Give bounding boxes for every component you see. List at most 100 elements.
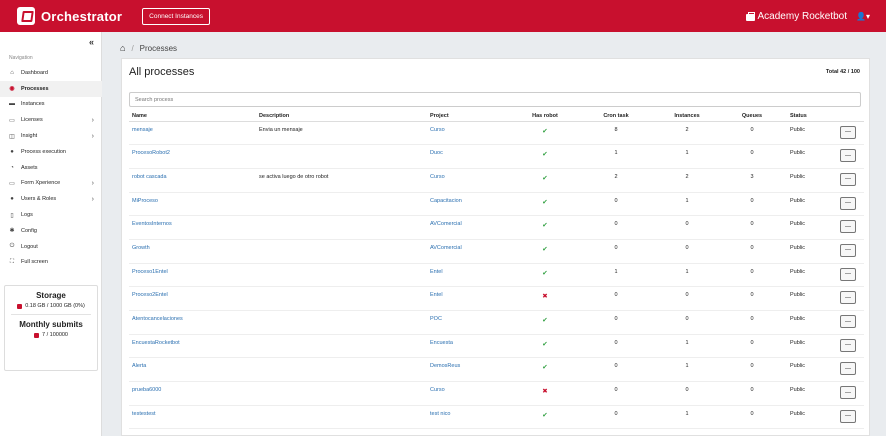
row-menu-button[interactable]: —	[840, 172, 856, 186]
process-name-link[interactable]: MiProceso	[132, 198, 158, 204]
row-menu-button[interactable]: —	[840, 315, 856, 328]
sidebar-item-config[interactable]: ✱ Config	[0, 223, 102, 239]
table-row[interactable]: robot cascada se activa luego de otro rob…	[129, 168, 864, 193]
table-row[interactable]: Proceso1Entel Entel ✔ 1 1 0 Public —	[129, 263, 864, 288]
process-name-link[interactable]: EventosInternos	[132, 221, 172, 227]
home-icon[interactable]: ⌂	[120, 43, 125, 53]
sidebar-item-logs[interactable]: ▯ Logs	[0, 207, 102, 223]
process-name-link[interactable]: robot cascada	[132, 174, 167, 180]
project-link[interactable]: Entel	[430, 269, 443, 275]
project-link[interactable]: Curso	[430, 127, 445, 133]
queues-count: 3	[717, 168, 787, 193]
process-name-link[interactable]: Proceso1Entel	[132, 269, 168, 275]
project-link[interactable]: AVComercial	[430, 245, 462, 251]
account-name[interactable]: Academy Rocketbot	[758, 11, 848, 22]
status-value: Public	[787, 405, 837, 430]
column-header-description[interactable]: Description	[256, 111, 427, 122]
chevron-right-icon[interactable]: ›	[92, 180, 94, 187]
process-name-link[interactable]: Alerta	[132, 363, 146, 369]
collapse-sidebar-icon[interactable]: «	[89, 37, 94, 47]
project-link[interactable]: Entel	[430, 292, 443, 298]
logo[interactable]: Orchestrator	[17, 7, 122, 25]
column-header-queues[interactable]: Queues	[717, 111, 787, 122]
nav-list: ⌂ Dashboard ◉ Processes ▬ Instances ▭ Licenses ›…	[0, 65, 102, 270]
project-cell: Entel	[427, 263, 515, 288]
column-header-cron-task[interactable]: Cron task	[575, 111, 657, 122]
sidebar-item-full-screen[interactable]: ⛶ Full screen	[0, 255, 102, 271]
process-name-link[interactable]: Proceso2Entel	[132, 292, 168, 298]
process-name-link[interactable]: ProcesoRobot2	[132, 150, 170, 156]
process-name-link[interactable]: EncuestaRocketbot	[132, 340, 180, 346]
process-name-link[interactable]: Growth	[132, 245, 150, 251]
row-menu-button[interactable]: —	[840, 362, 856, 376]
project-link[interactable]: Capacitacion	[430, 198, 462, 204]
table-row[interactable]: EncuestaRocketbot Encuesta ✔ 0 1 0 Public —	[129, 334, 864, 359]
account-menu[interactable]: Academy Rocketbot 👤▾	[745, 0, 870, 32]
column-header-has-robot[interactable]: Has robot	[515, 111, 575, 122]
column-header-name[interactable]: Name	[129, 111, 256, 122]
sidebar-item-users-roles[interactable]: ● Users & Roles ›	[0, 191, 102, 207]
row-menu-button[interactable]: —	[840, 291, 856, 305]
column-header-instances[interactable]: Instances	[657, 111, 717, 122]
sidebar-item-process-execution[interactable]: ● Process execution	[0, 144, 102, 160]
sidebar-item-logout[interactable]: ⏻ Logout	[0, 239, 102, 255]
cross-icon: ✖	[542, 293, 548, 301]
table-row[interactable]: Alerta DemosReus ✔ 0 1 0 Public —	[129, 357, 864, 383]
sidebar-item-processes[interactable]: ◉ Processes	[0, 80, 102, 97]
process-name-link[interactable]: mensaje	[132, 127, 153, 133]
process-name-cell: robot cascada	[129, 168, 256, 193]
row-menu-button[interactable]: —	[840, 267, 856, 281]
table-row[interactable]: Proceso2Entel Entel ✖ 0 0 0 Public —	[129, 286, 864, 311]
instances-count: 2	[657, 168, 717, 193]
chevron-right-icon[interactable]: ›	[92, 196, 94, 203]
project-link[interactable]: Curso	[430, 387, 445, 393]
row-menu-button[interactable]: —	[840, 243, 856, 257]
column-header-project[interactable]: Project	[427, 111, 515, 122]
sidebar-item-form-xperience[interactable]: ▭ Form Xperience ›	[0, 176, 102, 192]
row-menu-button[interactable]: —	[840, 220, 856, 234]
sidebar-item-dashboard[interactable]: ⌂ Dashboard	[0, 65, 102, 81]
license-icon: ▭	[9, 117, 15, 124]
row-menu-button[interactable]: —	[840, 409, 856, 423]
search-input[interactable]	[129, 92, 861, 107]
project-link[interactable]: Curso	[430, 174, 445, 180]
table-row[interactable]: Atentocancelaciones POC ✔ 0 0 0 Public —	[129, 310, 864, 335]
sidebar-item-assets[interactable]: ◔ Assets	[0, 160, 102, 176]
project-link[interactable]: Duoc	[430, 150, 443, 156]
sidebar-item-insight[interactable]: ◫ Insight ›	[0, 128, 102, 144]
table-row[interactable]: MiProceso Capacitacion ✔ 0 1 0 Public —	[129, 192, 864, 217]
connect-instances-button[interactable]: Connect Instances	[142, 7, 210, 25]
instances-count: 0	[657, 215, 717, 240]
has-robot-cell: ✔	[515, 168, 575, 193]
project-cell: Curso	[427, 168, 515, 193]
chevron-right-icon[interactable]: ›	[92, 117, 94, 124]
column-header-status[interactable]: Status	[787, 111, 837, 122]
row-menu-button[interactable]: —	[840, 338, 856, 352]
project-link[interactable]: AVComercial	[430, 221, 462, 227]
table-row[interactable]: prueba6000 Curso ✖ 0 0 0 Public —	[129, 381, 864, 406]
process-name-link[interactable]: Atentocancelaciones	[132, 316, 183, 322]
table-row[interactable]: EventosInternos AVComercial ✔ 0 0 0 Public —	[129, 215, 864, 240]
queues-count: 0	[717, 357, 787, 383]
process-name-link[interactable]: prueba6000	[132, 387, 161, 393]
project-link[interactable]: DemosReus	[430, 363, 460, 369]
row-menu-button[interactable]: —	[840, 196, 856, 210]
row-menu-button[interactable]: —	[840, 386, 856, 400]
table-row[interactable]: mensaje Envia un mensaje Curso ✔ 8 2 0 Public —	[129, 121, 864, 146]
project-link[interactable]: test nico	[430, 411, 450, 417]
project-link[interactable]: Encuesta	[430, 340, 453, 346]
table-row[interactable]: ProcesoRobot2 Duoc ✔ 1 1 0 Public —	[129, 144, 864, 169]
table-row[interactable]: Growth AVComercial ✔ 0 0 0 Public —	[129, 239, 864, 264]
cron-task-count: 0	[575, 334, 657, 359]
sidebar-item-licenses[interactable]: ▭ Licenses ›	[0, 112, 102, 128]
project-link[interactable]: POC	[430, 316, 442, 322]
sidebar-item-instances[interactable]: ▬ Instances	[0, 97, 102, 113]
table-row[interactable]: testestest test nico ✔ 0 1 0 Public —	[129, 405, 864, 430]
row-menu-button[interactable]: —	[840, 125, 856, 139]
row-menu-button[interactable]: —	[840, 149, 856, 163]
chevron-right-icon[interactable]: ›	[92, 133, 94, 140]
process-name-link[interactable]: testestest	[132, 411, 156, 417]
status-value: Public	[787, 334, 837, 359]
user-menu-icon[interactable]: 👤▾	[856, 12, 870, 21]
monthly-submits-usage: 7 / 100000	[5, 332, 97, 338]
